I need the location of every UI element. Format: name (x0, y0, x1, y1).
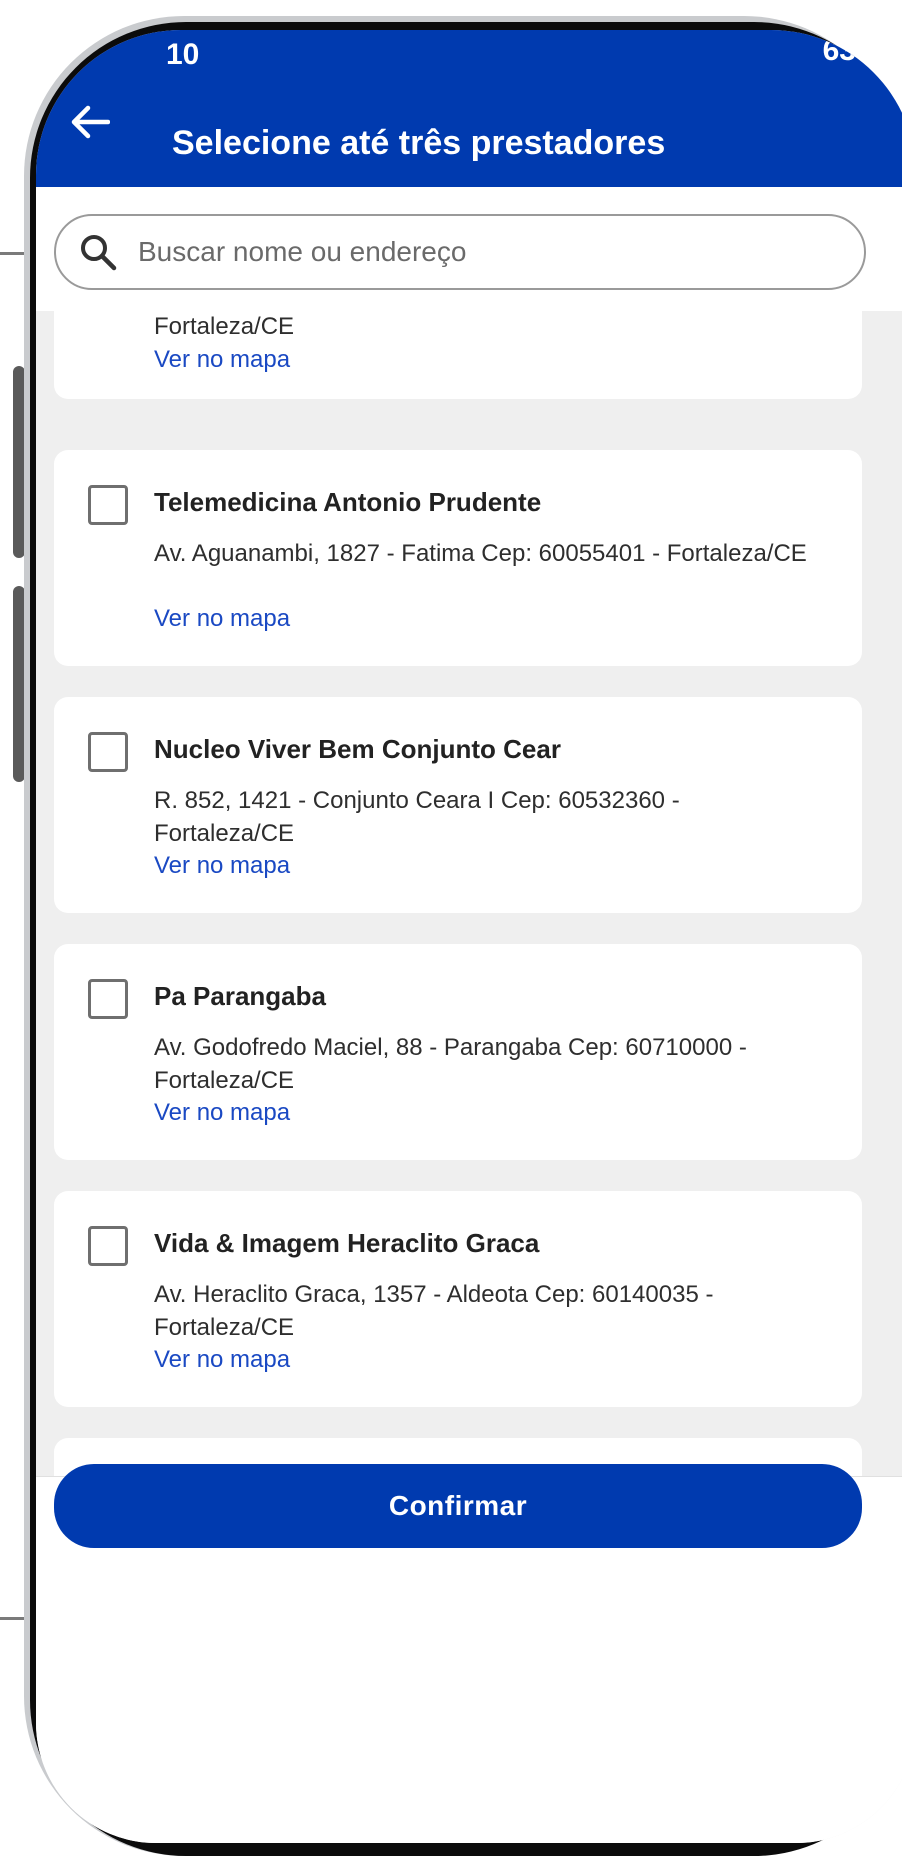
provider-name: Vida & Imagem Heraclito Graca (154, 1228, 540, 1258)
provider-card[interactable]: Vida & Imagem Heraclito Graca Av. Heracl… (54, 1191, 862, 1407)
search-icon (81, 235, 117, 271)
map-link[interactable]: Ver no mapa (154, 1099, 290, 1127)
provider-checkbox[interactable] (88, 1226, 128, 1266)
provider-name: Pa Parangaba (154, 981, 326, 1011)
map-link[interactable]: Ver no mapa (154, 852, 290, 880)
provider-card[interactable]: Pa Parangaba Av. Godofredo Maciel, 88 - … (54, 944, 862, 1160)
provider-checkbox[interactable] (88, 979, 128, 1019)
app-screen: 10 63 Selecione até três prestadores Av.… (36, 30, 902, 1843)
map-link[interactable]: Ver no mapa (154, 1346, 290, 1374)
provider-address: Av. Heraclito Graca, 1357 - Aldeota Cep:… (154, 1281, 714, 1341)
provider-name: Telemedicina Antonio Prudente (154, 487, 542, 517)
provider-checkbox[interactable] (88, 732, 128, 772)
status-time: 10 (166, 38, 200, 71)
provider-address: R. 852, 1421 - Conjunto Ceara I Cep: 605… (154, 787, 680, 847)
provider-checkbox[interactable] (88, 485, 128, 525)
map-link[interactable]: Ver no mapa (154, 346, 290, 374)
provider-card[interactable]: Nucleo Viver Bem Conjunto Cear R. 852, 1… (54, 697, 862, 913)
provider-address: Av. Francisco Sá, 5272 - Álvaro Weyne Ce… (154, 313, 295, 337)
provider-card[interactable]: Telemedicina Antonio Prudente Av. Aguana… (54, 450, 862, 666)
provider-address: Av. Godofredo Maciel, 88 - Parangaba Cep… (154, 1034, 747, 1094)
confirm-button[interactable]: Confirmar (54, 1464, 862, 1548)
status-battery: 63 (822, 34, 856, 67)
back-button[interactable] (60, 92, 120, 152)
page-title: Selecione até três prestadores (172, 124, 666, 162)
search-input[interactable] (136, 235, 740, 269)
search-field[interactable] (54, 214, 866, 290)
provider-list: Av. Francisco Sá, 5272 - Álvaro Weyne Ce… (36, 311, 902, 1476)
map-link[interactable]: Ver no mapa (154, 605, 290, 633)
provider-address: Av. Aguanambi, 1827 - Fatima Cep: 600554… (154, 540, 807, 567)
app-header: 10 63 Selecione até três prestadores (36, 30, 902, 187)
provider-name: Nucleo Viver Bem Conjunto Cear (154, 734, 561, 764)
arrow-left-icon (71, 105, 110, 139)
provider-card: Av. Francisco Sá, 5272 - Álvaro Weyne Ce… (54, 311, 862, 399)
